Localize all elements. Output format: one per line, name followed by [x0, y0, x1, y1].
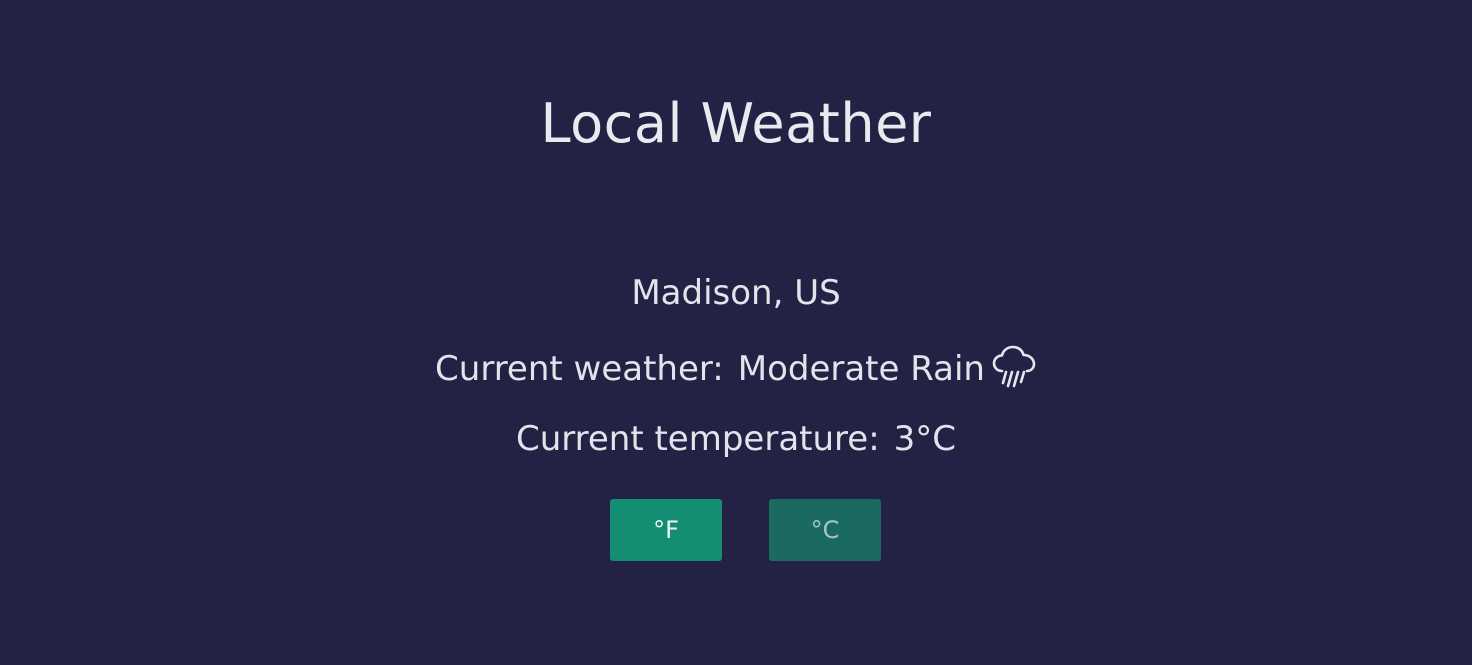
- unit-toggle-group: °F °C: [0, 499, 1472, 561]
- current-weather-value: Moderate Rain: [737, 349, 985, 389]
- current-weather-row: Current weather: Moderate Rain: [0, 344, 1472, 391]
- page-title: Local Weather: [540, 92, 932, 155]
- current-temperature-label: Current temperature:: [515, 419, 880, 459]
- rain-cloud-icon: [991, 344, 1037, 388]
- current-weather-label: Current weather:: [435, 349, 724, 389]
- celsius-button[interactable]: °C: [769, 499, 881, 561]
- current-temperature-row: Current temperature: 3°C: [0, 417, 1472, 461]
- fahrenheit-button[interactable]: °F: [610, 499, 722, 561]
- location-text: Madison, US: [631, 273, 841, 313]
- weather-app: Local Weather Madison, US Current weathe…: [0, 0, 1472, 665]
- current-temperature-value: 3°C: [893, 419, 957, 459]
